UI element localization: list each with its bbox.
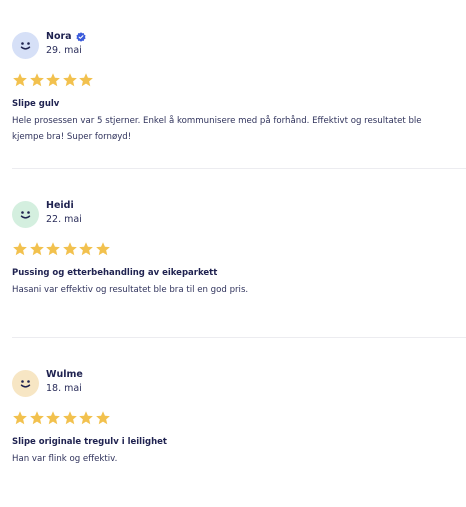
- review-header: Wulme 18. mai: [12, 368, 466, 400]
- review-header: Heidi 22. mai: [12, 199, 466, 231]
- reviewer-name: Nora: [46, 31, 72, 42]
- star-icon: [95, 242, 110, 256]
- star-icon: [29, 411, 44, 425]
- smiley-icon: [20, 380, 31, 388]
- review-title: Slipe originale tregulv i leilighet: [12, 437, 167, 447]
- star-icon: [62, 73, 77, 87]
- star-rating: [12, 72, 466, 90]
- star-icon: [29, 73, 44, 87]
- star-icon: [62, 411, 77, 425]
- review-card: Wulme 18. mai Slipe originale tregulv i …: [12, 338, 466, 507]
- review-title: Slipe gulv: [12, 99, 60, 109]
- smiley-icon: [20, 211, 31, 219]
- review-text: Hasani var effektiv og resultatet ble br…: [12, 285, 249, 295]
- star-icon: [13, 73, 27, 87]
- review-card: Heidi 22. mai Pussing og etterbehandling…: [12, 169, 466, 338]
- star-icon: [13, 242, 27, 256]
- star-icon: [79, 411, 93, 425]
- star-rating: [12, 241, 466, 259]
- avatar: [12, 32, 39, 59]
- star-icon: [79, 242, 93, 256]
- review-card: Nora 29. mai Slipe gulv Hele prosessen v…: [12, 0, 466, 169]
- review-title: Pussing og etterbehandling av eikeparket…: [12, 268, 218, 278]
- star-icon: [46, 73, 60, 87]
- star-icon: [46, 242, 60, 256]
- review-text: Hele prosessen var 5 stjerner. Enkel å k…: [12, 116, 422, 142]
- reviewer-name: Wulme: [46, 369, 83, 380]
- star-icon: [62, 242, 77, 256]
- review-list: Nora 29. mai Slipe gulv Hele prosessen v…: [12, 0, 466, 507]
- review-text: Han var flink og effektiv.: [12, 454, 118, 464]
- star-icon: [13, 411, 27, 425]
- star-icon: [46, 411, 60, 425]
- star-rating: [12, 410, 466, 428]
- verified-badge-icon: [75, 31, 86, 42]
- smiley-icon: [20, 42, 31, 50]
- review-date: 22. mai: [46, 214, 82, 225]
- review-date: 29. mai: [46, 45, 82, 56]
- review-header: Nora 29. mai: [12, 30, 466, 62]
- star-icon: [95, 411, 110, 425]
- review-date: 18. mai: [46, 383, 82, 394]
- star-icon: [79, 73, 93, 87]
- reviewer-name: Heidi: [46, 200, 74, 211]
- avatar: [12, 370, 39, 397]
- avatar: [12, 201, 39, 228]
- star-icon: [29, 242, 44, 256]
